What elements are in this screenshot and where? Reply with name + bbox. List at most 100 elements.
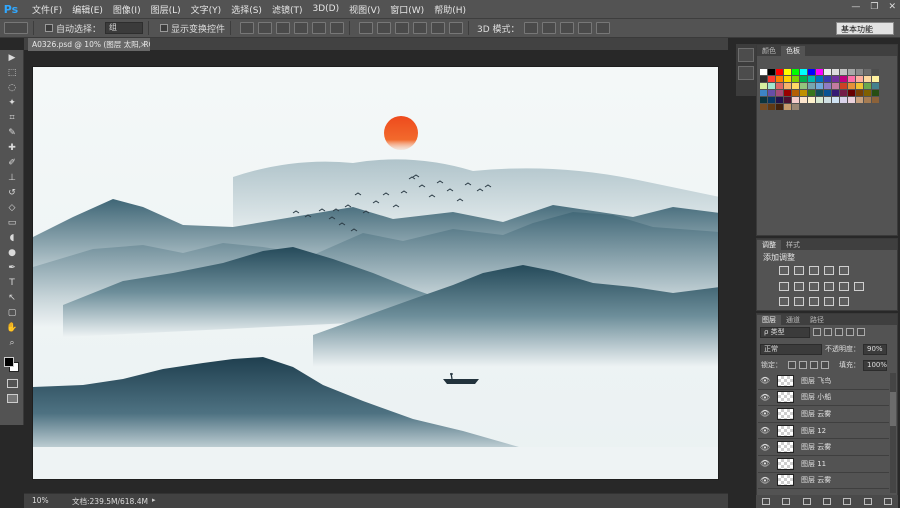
color-swatch[interactable] (768, 97, 775, 103)
color-swatch[interactable] (768, 83, 775, 89)
color-swatch[interactable] (800, 76, 807, 82)
document-canvas[interactable] (32, 66, 719, 480)
lock-position-icon[interactable] (810, 361, 818, 369)
tab-paths[interactable]: 路径 (805, 315, 829, 325)
distribute-bottom-icon[interactable] (395, 22, 410, 34)
menu-view[interactable]: 视图(V) (349, 3, 380, 16)
filter-smart-icon[interactable] (857, 328, 865, 336)
color-swatch[interactable] (832, 69, 839, 75)
color-balance-icon[interactable] (794, 282, 804, 291)
new-adjustment-icon[interactable] (822, 498, 831, 505)
color-swatch[interactable] (872, 76, 879, 82)
magic-wand-icon[interactable]: ✦ (0, 95, 24, 110)
menu-image[interactable]: 图像(I) (113, 3, 141, 16)
tab-layers[interactable]: 图层 (757, 315, 781, 325)
color-swatch[interactable] (816, 90, 823, 96)
menu-type[interactable]: 文字(Y) (191, 3, 222, 16)
color-swatch[interactable] (856, 76, 863, 82)
blend-mode-dropdown[interactable]: 正常 (760, 343, 822, 355)
color-swatch[interactable] (776, 97, 783, 103)
show-transform-checkbox[interactable] (160, 24, 169, 32)
color-swatch[interactable] (800, 97, 807, 103)
layer-row[interactable]: 👁 图层 云雾 (758, 472, 889, 490)
quick-mask-icon[interactable] (0, 376, 24, 391)
foreground-color-swatch[interactable] (4, 357, 14, 367)
color-swatch[interactable] (848, 83, 855, 89)
color-swatch[interactable] (832, 83, 839, 89)
color-swatch[interactable] (800, 69, 807, 75)
link-layers-icon[interactable] (762, 498, 771, 505)
dodge-tool-icon[interactable]: ● (0, 245, 24, 260)
posterize-icon[interactable] (794, 297, 804, 306)
color-swatch[interactable] (848, 97, 855, 103)
3d-roll-icon[interactable] (541, 22, 556, 34)
color-swatch[interactable] (832, 97, 839, 103)
color-swatch[interactable] (840, 97, 847, 103)
layer-row[interactable]: 👁 图层 11 (758, 455, 889, 473)
status-menu-icon[interactable]: ▸ (152, 496, 156, 504)
color-swatch[interactable] (808, 97, 815, 103)
color-swatch[interactable] (872, 90, 879, 96)
color-swatch[interactable] (856, 69, 863, 75)
filter-shape-icon[interactable] (846, 328, 854, 336)
color-swatch[interactable] (856, 97, 863, 103)
layer-kind-filter[interactable]: ρ 类型 (760, 326, 810, 338)
distribute-left-icon[interactable] (413, 22, 428, 34)
auto-select-dropdown[interactable]: 组 (105, 22, 144, 34)
color-swatch[interactable] (840, 76, 847, 82)
color-swatch[interactable] (856, 83, 863, 89)
layer-scrollbar[interactable] (890, 373, 896, 493)
path-select-icon[interactable]: ↖ (0, 290, 24, 305)
shape-tool-icon[interactable]: ▢ (0, 305, 24, 320)
color-swatch[interactable] (872, 69, 879, 75)
delete-layer-icon[interactable] (883, 498, 892, 505)
screen-mode-icon[interactable] (0, 391, 24, 406)
curves-icon[interactable] (809, 266, 819, 275)
color-swatch[interactable] (760, 69, 767, 75)
fill-field[interactable]: 100% (863, 359, 887, 371)
move-tool-icon[interactable]: ▶ (0, 50, 24, 65)
align-top-icon[interactable] (240, 22, 255, 34)
exposure-icon[interactable] (824, 266, 834, 275)
zoom-field[interactable]: 10% (32, 496, 49, 505)
distribute-top-icon[interactable] (359, 22, 374, 34)
pen-tool-icon[interactable]: ✒ (0, 260, 24, 275)
color-swatch[interactable] (760, 83, 767, 89)
color-swatch[interactable] (784, 69, 791, 75)
color-swatch[interactable] (792, 90, 799, 96)
visibility-eye-icon[interactable]: 👁 (758, 409, 772, 418)
visibility-eye-icon[interactable]: 👁 (758, 459, 772, 468)
eyedropper-icon[interactable]: ✎ (0, 125, 24, 140)
filter-type-icon[interactable] (835, 328, 843, 336)
color-swatch[interactable] (784, 90, 791, 96)
marquee-tool-icon[interactable]: ⬚ (0, 65, 24, 80)
color-swatch[interactable] (840, 90, 847, 96)
menu-file[interactable]: 文件(F) (32, 3, 62, 16)
color-swatch[interactable] (776, 69, 783, 75)
color-swatch[interactable] (864, 76, 871, 82)
swatch-grid[interactable] (760, 69, 886, 111)
color-swatch[interactable] (816, 76, 823, 82)
color-swatch[interactable] (760, 97, 767, 103)
hue-saturation-icon[interactable] (779, 282, 789, 291)
color-swatch[interactable] (824, 97, 831, 103)
selective-color-icon[interactable] (839, 297, 849, 306)
3d-drag-icon[interactable] (559, 22, 574, 34)
color-swatch[interactable] (792, 76, 799, 82)
distribute-vcenter-icon[interactable] (377, 22, 392, 34)
color-swatch[interactable] (816, 69, 823, 75)
gradient-map-icon[interactable] (824, 297, 834, 306)
color-swatch[interactable] (856, 90, 863, 96)
menu-edit[interactable]: 编辑(E) (72, 3, 103, 16)
color-swatch[interactable] (864, 83, 871, 89)
blur-tool-icon[interactable]: ◖ (0, 230, 24, 245)
tab-swatches[interactable]: 色板 (781, 46, 805, 56)
color-swatch[interactable] (832, 76, 839, 82)
visibility-eye-icon[interactable]: 👁 (758, 393, 772, 402)
color-swatch[interactable] (808, 90, 815, 96)
lock-all-icon[interactable] (821, 361, 829, 369)
channel-mixer-icon[interactable] (839, 282, 849, 291)
color-swatch[interactable] (784, 83, 791, 89)
color-lookup-icon[interactable] (854, 282, 864, 291)
color-swatch[interactable] (768, 90, 775, 96)
